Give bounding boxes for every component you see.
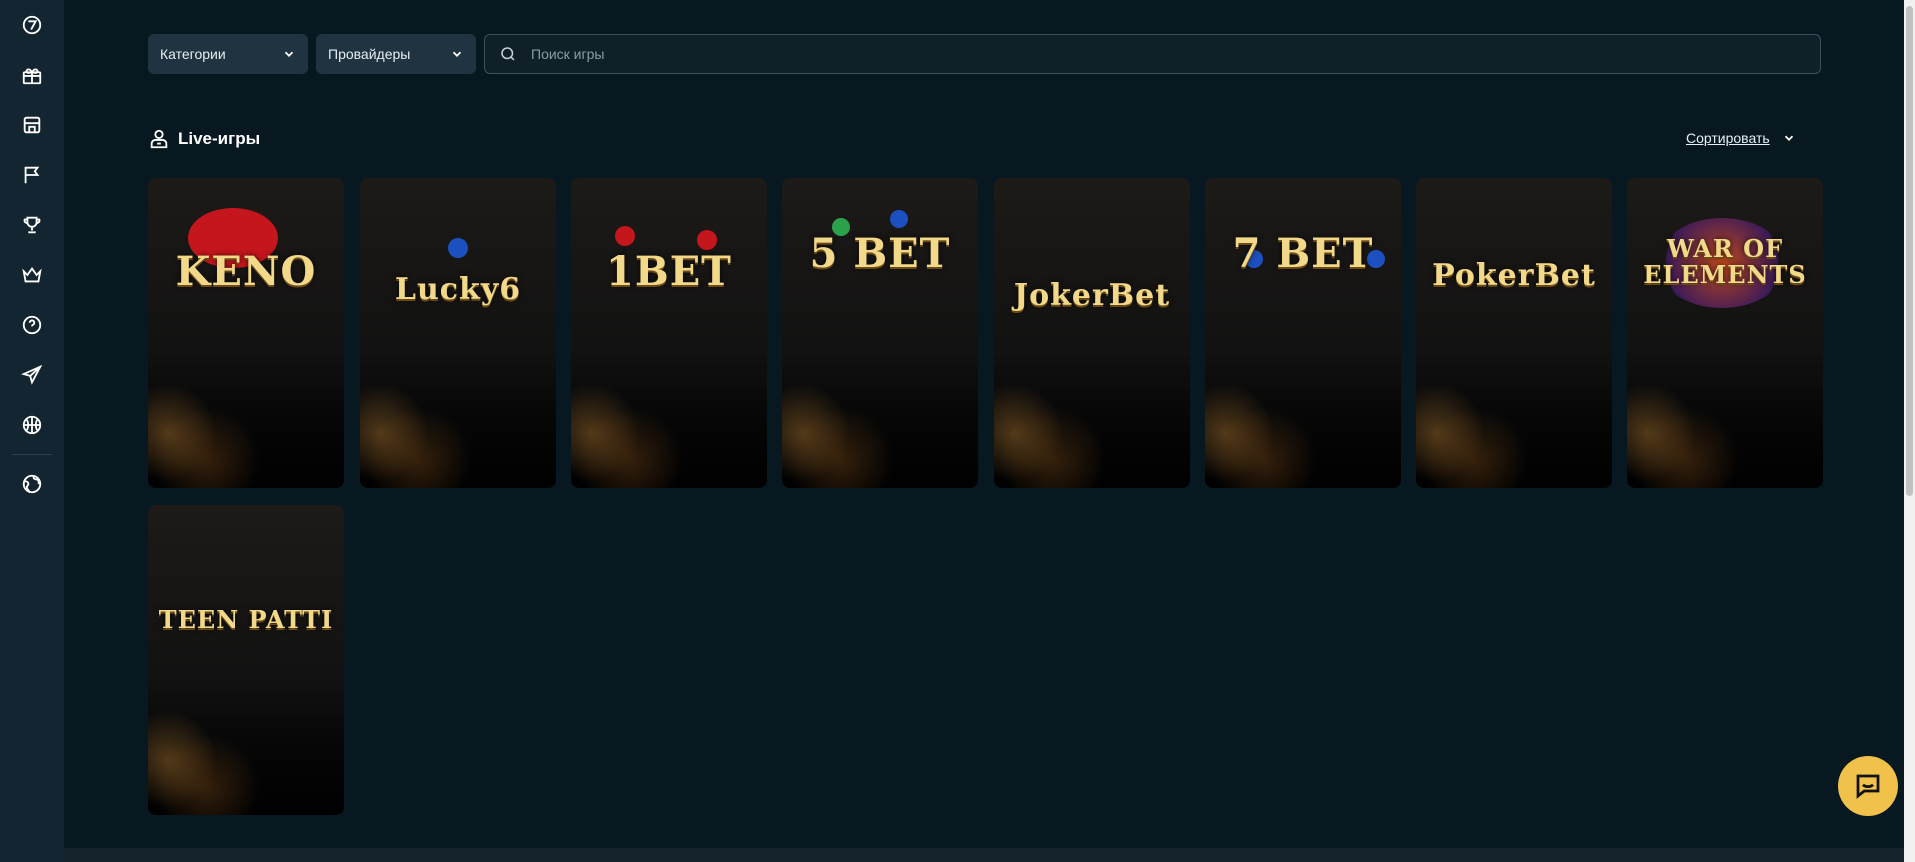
sidebar-item-home[interactable] (0, 0, 64, 50)
gift-icon (22, 68, 42, 85)
providers-dropdown[interactable]: Провайдеры (316, 34, 476, 74)
sidebar-item-bonuses[interactable] (0, 50, 64, 100)
chevron-down-icon (452, 51, 462, 57)
card-art (697, 230, 717, 250)
card-art (1205, 348, 1401, 488)
card-art (782, 348, 978, 488)
chat-bubble-icon (1856, 774, 1880, 799)
support-chat-button[interactable] (1838, 756, 1898, 816)
bottom-strip (64, 848, 1904, 862)
sidebar-item-casino[interactable] (0, 100, 64, 150)
card-art (1627, 348, 1823, 488)
sidebar-item-tournaments[interactable] (0, 200, 64, 250)
telegram-icon (21, 364, 43, 385)
scrollbar-thumb[interactable] (1906, 6, 1913, 496)
card-art (148, 675, 344, 815)
search-icon (501, 47, 515, 61)
game-card-war-of-elements[interactable]: WAR OF ELEMENTS (1627, 178, 1823, 488)
game-title: 1BET (606, 248, 732, 295)
game-title: WAR OF ELEMENTS (1643, 234, 1807, 289)
card-art (448, 238, 468, 258)
language-globe-icon (22, 474, 42, 494)
game-card-jokerbet[interactable]: JokerBet (994, 178, 1190, 488)
card-art (994, 348, 1190, 488)
game-title: KENO (175, 248, 317, 295)
card-art (1416, 348, 1612, 488)
game-card-1bet[interactable]: 1BET (571, 178, 767, 488)
game-card-pokerbet[interactable]: PokerBet (1416, 178, 1612, 488)
sidebar-divider (12, 454, 52, 455)
seven-logo-icon (22, 15, 42, 35)
casino-building-icon (23, 116, 41, 134)
sidebar-item-racing[interactable] (0, 150, 64, 200)
game-card-5bet[interactable]: 5 BET (782, 178, 978, 488)
game-card-teen-patti[interactable]: TEEN PATTI (148, 505, 344, 815)
sort-label: Сортировать (1686, 130, 1770, 146)
card-art (571, 348, 767, 488)
page-scrollbar[interactable] (1904, 0, 1915, 862)
sidebar-item-telegram[interactable] (0, 350, 64, 400)
sidebar-item-language[interactable] (0, 459, 64, 509)
trophy-icon (23, 216, 41, 234)
card-art (615, 226, 635, 246)
game-title: Lucky6 (394, 272, 522, 307)
sidebar-item-sports[interactable] (0, 400, 64, 450)
crown-icon (22, 267, 42, 283)
game-title: 5 BET (809, 230, 951, 277)
flags-icon (24, 166, 40, 184)
help-icon (22, 315, 42, 335)
sports-ball-icon (22, 415, 42, 435)
game-card-7bet[interactable]: 7 BET (1205, 178, 1401, 488)
sort-dropdown[interactable]: Сортировать (1686, 130, 1796, 146)
categories-dropdown[interactable]: Категории (148, 34, 308, 74)
card-art (148, 348, 344, 488)
game-title: PokerBet (1432, 258, 1596, 293)
sidebar (0, 0, 64, 862)
search-input[interactable] (529, 45, 1813, 63)
live-dealer-icon (150, 129, 168, 149)
game-title: TEEN PATTI (158, 605, 334, 634)
game-title: JokerBet (1013, 278, 1171, 313)
section-title: Live-игры (178, 129, 261, 148)
search-box (484, 34, 1821, 74)
game-title: 7 BET (1232, 230, 1374, 277)
categories-label: Категории (160, 46, 226, 62)
section-header: Live-игры (148, 128, 260, 150)
chevron-down-icon (1784, 135, 1793, 141)
game-card-keno[interactable]: KENO (148, 178, 344, 488)
card-art (890, 210, 908, 228)
sidebar-item-help[interactable] (0, 300, 64, 350)
card-art (360, 348, 556, 488)
game-card-lucky6[interactable]: Lucky6 (360, 178, 556, 488)
providers-label: Провайдеры (328, 46, 411, 62)
chevron-down-icon (284, 51, 294, 57)
sidebar-item-vip[interactable] (0, 250, 64, 300)
